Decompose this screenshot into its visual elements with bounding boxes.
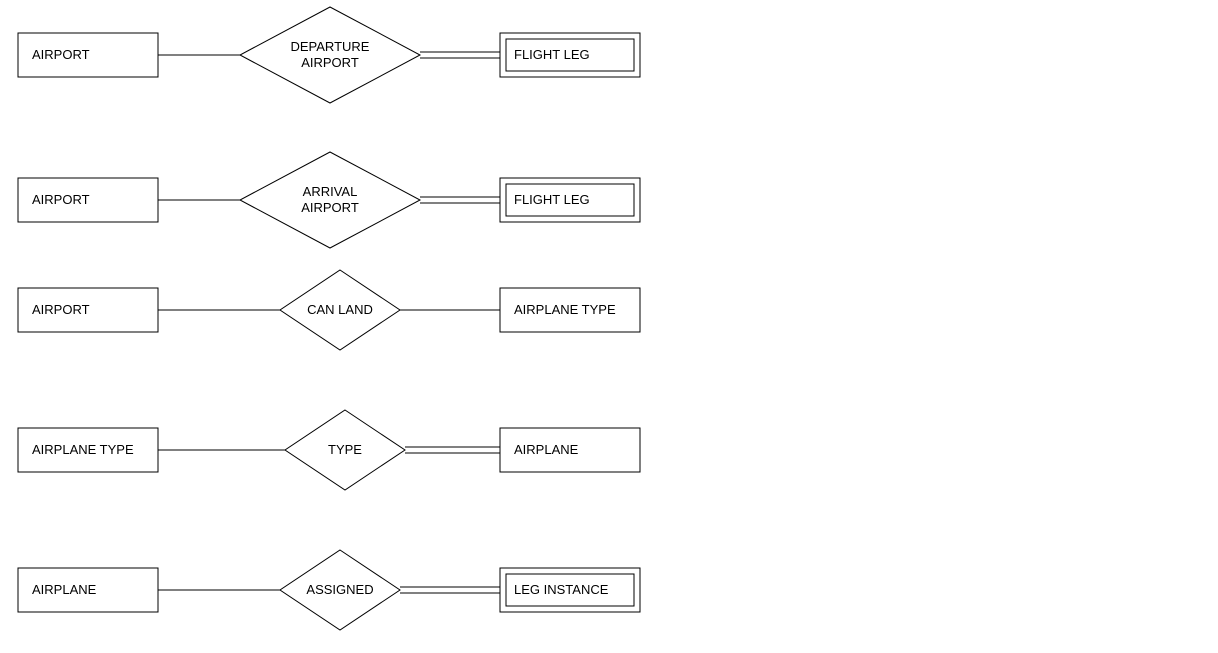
entity-left-4: AIRPLANE	[18, 568, 158, 612]
connector-right-4	[400, 587, 500, 593]
relationship-4: ASSIGNED	[280, 550, 400, 630]
entity-right-4-label: LEG INSTANCE	[514, 582, 609, 597]
connector-right-1	[420, 197, 500, 203]
entity-right-1: FLIGHT LEG	[500, 178, 640, 222]
entity-right-1-label: FLIGHT LEG	[514, 192, 590, 207]
relationship-1-label: ARRIVALAIRPORT	[301, 184, 359, 215]
entity-left-0-label: AIRPORT	[32, 47, 90, 62]
entity-left-3-label: AIRPLANE TYPE	[32, 442, 134, 457]
entity-right-4: LEG INSTANCE	[500, 568, 640, 612]
entity-left-4-label: AIRPLANE	[32, 582, 97, 597]
entity-right-3: AIRPLANE	[500, 428, 640, 472]
entity-right-0: FLIGHT LEG	[500, 33, 640, 77]
relationship-3-label: TYPE	[328, 442, 362, 457]
entity-left-2: AIRPORT	[18, 288, 158, 332]
relationship-2: CAN LAND	[280, 270, 400, 350]
connector-right-3	[405, 447, 500, 453]
entity-right-0-label: FLIGHT LEG	[514, 47, 590, 62]
entity-left-2-label: AIRPORT	[32, 302, 90, 317]
entity-left-1: AIRPORT	[18, 178, 158, 222]
relationship-0-label: DEPARTUREAIRPORT	[291, 39, 370, 70]
relationship-3: TYPE	[285, 410, 405, 490]
connector-right-0	[420, 52, 500, 58]
entity-left-3: AIRPLANE TYPE	[18, 428, 158, 472]
entity-left-0: AIRPORT	[18, 33, 158, 77]
relationship-0: DEPARTUREAIRPORT	[240, 7, 420, 103]
entity-right-2-label: AIRPLANE TYPE	[514, 302, 616, 317]
relationship-2-label: CAN LAND	[307, 302, 373, 317]
entity-right-2: AIRPLANE TYPE	[500, 288, 640, 332]
entity-left-1-label: AIRPORT	[32, 192, 90, 207]
relationship-4-label: ASSIGNED	[306, 582, 373, 597]
entity-right-3-label: AIRPLANE	[514, 442, 579, 457]
relationship-1: ARRIVALAIRPORT	[240, 152, 420, 248]
